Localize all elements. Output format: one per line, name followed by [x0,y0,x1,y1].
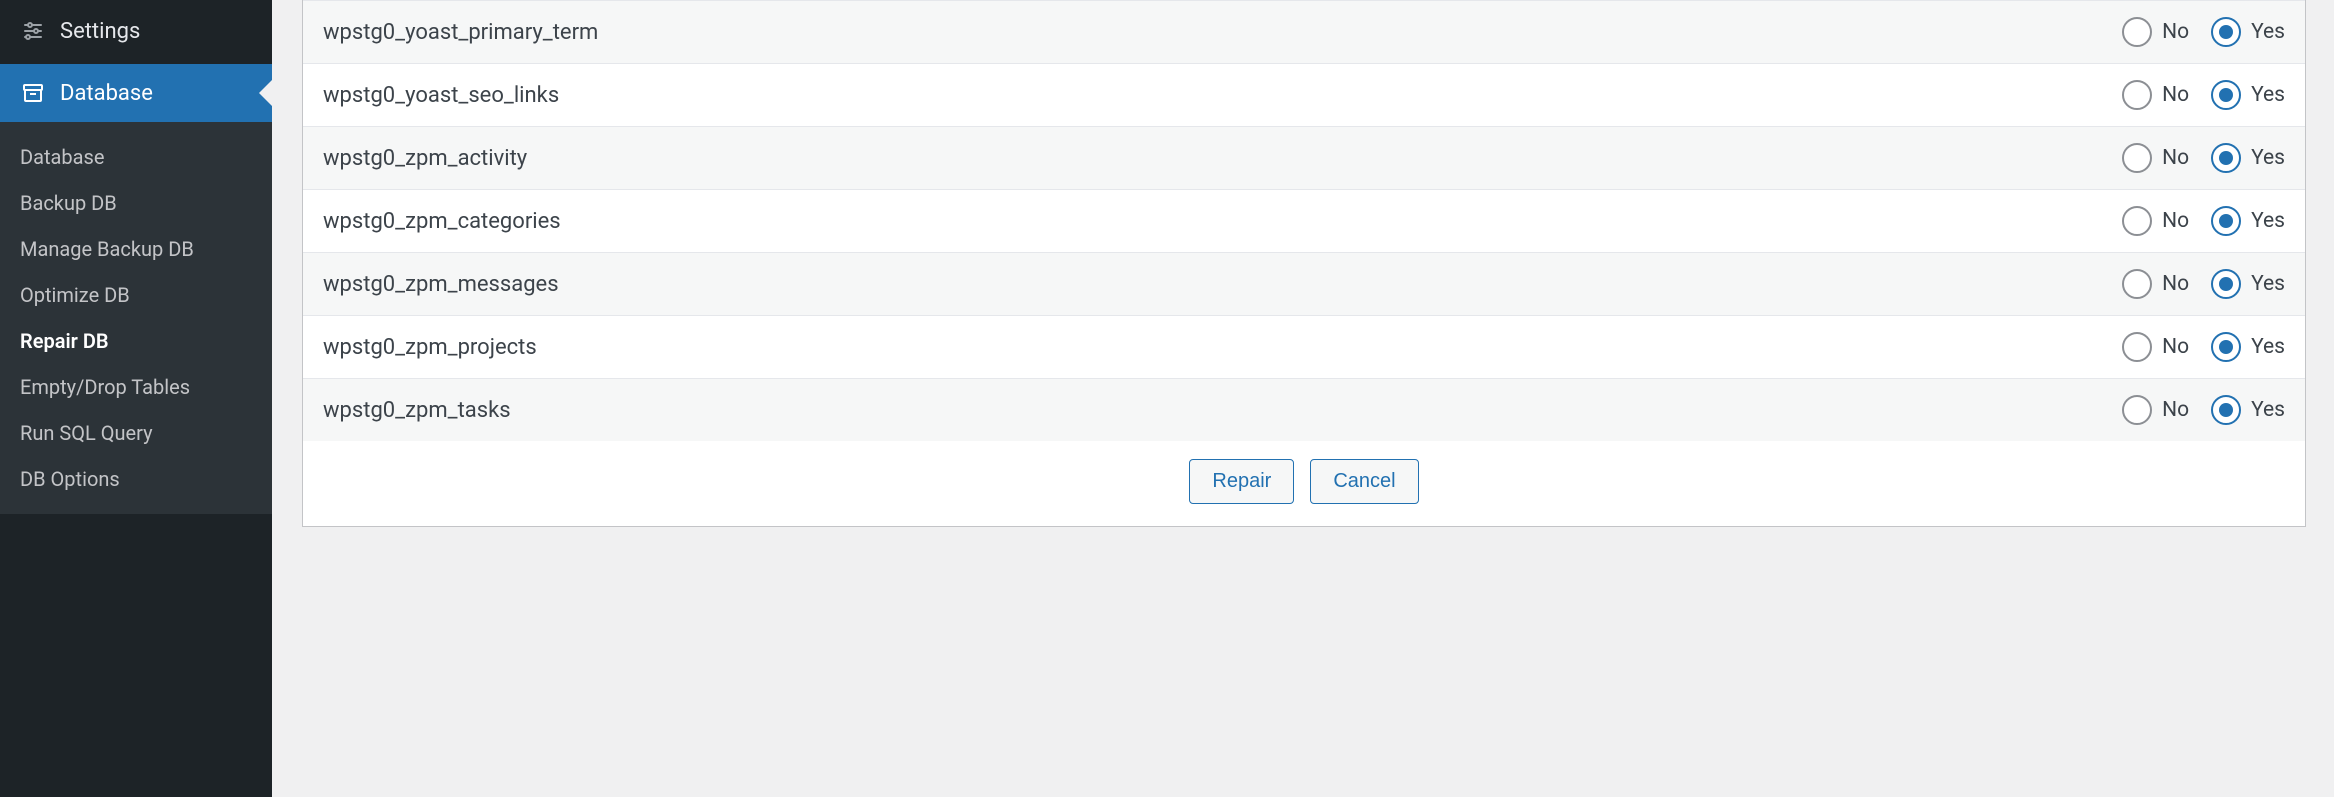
sidebar-item-database[interactable]: Database [0,64,272,122]
table-name-cell: wpstg0_zpm_categories [323,209,2122,234]
radio-option-yes[interactable]: Yes [2211,395,2285,425]
radio-no[interactable] [2122,17,2152,47]
sidebar-submenu: Database Backup DB Manage Backup DB Opti… [0,122,272,514]
sidebar-item-settings[interactable]: Settings [0,0,272,64]
table-row: wpstg0_zpm_tasks No Yes [303,378,2305,441]
sidebar-sub-repair-db[interactable]: Repair DB [0,318,272,364]
table-name-cell: wpstg0_zpm_activity [323,146,2122,171]
radio-yes[interactable] [2211,80,2241,110]
radio-no[interactable] [2122,143,2152,173]
repair-options: No Yes [2122,80,2285,110]
radio-option-no[interactable]: No [2122,80,2189,110]
table-name-cell: wpstg0_zpm_projects [323,335,2122,360]
sidebar-sub-backup-db[interactable]: Backup DB [0,180,272,226]
repair-options: No Yes [2122,206,2285,236]
radio-option-no[interactable]: No [2122,269,2189,299]
table-row: wpstg0_yoast_primary_term No Yes [303,0,2305,63]
radio-label-no: No [2162,335,2189,359]
sidebar-sub-empty-drop-tables[interactable]: Empty/Drop Tables [0,364,272,410]
radio-option-no[interactable]: No [2122,332,2189,362]
repair-options: No Yes [2122,269,2285,299]
radio-option-no[interactable]: No [2122,143,2189,173]
repair-options: No Yes [2122,143,2285,173]
sidebar-item-label: Settings [60,19,140,44]
sidebar-active-label: Database [60,81,153,106]
table-row: wpstg0_zpm_projects No Yes [303,315,2305,378]
repair-options: No Yes [2122,395,2285,425]
main-content: wpstg0_yoast_primary_termNoYeswpstg0_yoa… [272,0,2334,797]
radio-option-yes[interactable]: Yes [2211,206,2285,236]
actions-row: Repair Cancel [303,441,2305,526]
admin-sidebar: Settings Database Database Backup DB Man… [0,0,272,797]
repair-options: No Yes [2122,332,2285,362]
radio-option-no[interactable]: No [2122,206,2189,236]
sidebar-sub-optimize-db[interactable]: Optimize DB [0,272,272,318]
radio-label-yes: Yes [2251,272,2285,296]
radio-label-yes: Yes [2251,83,2285,107]
table-row: wpstg0_zpm_categories No Yes [303,189,2305,252]
sidebar-sub-run-sql-query[interactable]: Run SQL Query [0,410,272,456]
sidebar-sub-manage-backup-db[interactable]: Manage Backup DB [0,226,272,272]
table-name-cell: wpstg0_zpm_messages [323,272,2122,297]
sidebar-sub-db-options[interactable]: DB Options [0,456,272,502]
radio-option-no[interactable]: No [2122,395,2189,425]
radio-label-no: No [2162,272,2189,296]
sidebar-sub-database[interactable]: Database [0,134,272,180]
table-row: wpstg0_zpm_messages No Yes [303,252,2305,315]
radio-yes[interactable] [2211,206,2241,236]
radio-option-yes[interactable]: Yes [2211,80,2285,110]
radio-label-yes: Yes [2251,20,2285,44]
table-row: wpstg0_zpm_activity No Yes [303,126,2305,189]
radio-yes[interactable] [2211,269,2241,299]
table-name-cell: wpstg0_zpm_tasks [323,398,2122,423]
table-row: wpstg0_yoast_seo_links No Yes [303,63,2305,126]
radio-label-yes: Yes [2251,146,2285,170]
radio-no[interactable] [2122,269,2152,299]
radio-option-yes[interactable]: Yes [2211,143,2285,173]
repair-button[interactable]: Repair [1189,459,1294,504]
repair-options: No Yes [2122,17,2285,47]
radio-label-no: No [2162,209,2189,233]
radio-label-no: No [2162,146,2189,170]
radio-label-no: No [2162,398,2189,422]
radio-label-yes: Yes [2251,398,2285,422]
settings-sliders-icon [20,18,46,44]
radio-yes[interactable] [2211,143,2241,173]
cancel-button[interactable]: Cancel [1310,459,1418,504]
radio-no[interactable] [2122,80,2152,110]
table-name-cell: wpstg0_yoast_primary_term [323,20,2122,45]
radio-no[interactable] [2122,395,2152,425]
radio-option-yes[interactable]: Yes [2211,17,2285,47]
tables-list: wpstg0_yoast_primary_termNoYeswpstg0_yoa… [302,0,2306,527]
radio-option-yes[interactable]: Yes [2211,332,2285,362]
radio-no[interactable] [2122,206,2152,236]
table-name-cell: wpstg0_yoast_seo_links [323,83,2122,108]
radio-option-yes[interactable]: Yes [2211,269,2285,299]
radio-yes[interactable] [2211,17,2241,47]
radio-label-yes: Yes [2251,335,2285,359]
radio-yes[interactable] [2211,332,2241,362]
radio-yes[interactable] [2211,395,2241,425]
radio-label-no: No [2162,83,2189,107]
radio-label-yes: Yes [2251,209,2285,233]
radio-label-no: No [2162,20,2189,44]
radio-no[interactable] [2122,332,2152,362]
radio-option-no[interactable]: No [2122,17,2189,47]
database-archive-icon [20,80,46,106]
